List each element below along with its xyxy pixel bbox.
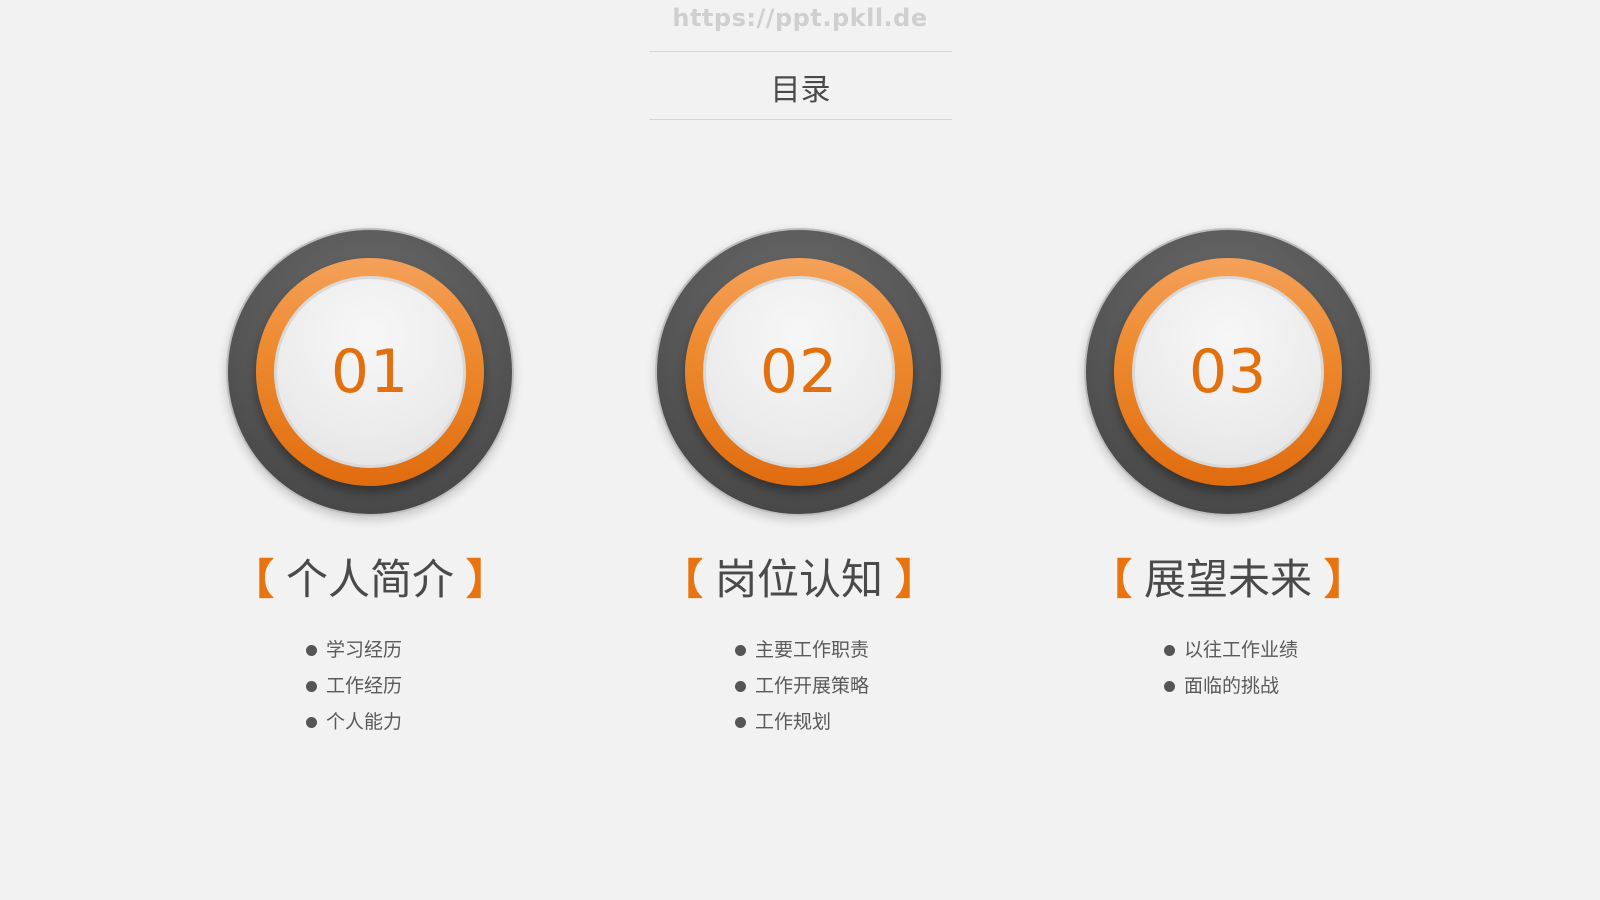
bracket-open: 【 (231, 555, 274, 604)
bullet-icon (735, 644, 746, 656)
section-item-list: 学习经历 工作经历 个人能力 (306, 632, 402, 740)
bullet-icon (735, 716, 746, 728)
section-heading[interactable]: 【展望未来】 (1048, 546, 1408, 607)
number-badge-2[interactable]: 02 (655, 228, 943, 516)
section-2[interactable]: 02 【岗位认知】 主要工作职责 工作开展策略 工作规划 (619, 228, 979, 748)
list-item[interactable]: 学习经历 (306, 632, 402, 668)
list-item[interactable]: 面临的挑战 (1164, 668, 1298, 704)
list-item[interactable]: 工作经历 (306, 668, 402, 704)
watermark-url: https://ppt.pkll.de (672, 4, 928, 32)
section-1[interactable]: 01 【个人简介】 学习经历 工作经历 个人能力 (190, 228, 550, 748)
bracket-open: 【 (1089, 555, 1132, 604)
list-item[interactable]: 主要工作职责 (735, 632, 869, 668)
bracket-open: 【 (660, 555, 703, 604)
list-item[interactable]: 以往工作业绩 (1164, 632, 1298, 668)
number-badge-3[interactable]: 03 (1084, 228, 1372, 516)
bullet-icon (1164, 680, 1175, 692)
list-item[interactable]: 工作开展策略 (735, 668, 869, 704)
bullet-icon (306, 716, 317, 728)
section-heading-text: 岗位认知 (714, 555, 883, 604)
section-number: 03 (1188, 337, 1268, 407)
bullet-icon (306, 644, 317, 656)
page-title: 目录 (770, 72, 831, 108)
bracket-close: 】 (895, 555, 938, 604)
bracket-close: 】 (1324, 555, 1367, 604)
bullet-icon (735, 680, 746, 692)
section-3[interactable]: 03 【展望未来】 以往工作业绩 面临的挑战 (1048, 228, 1408, 748)
section-heading[interactable]: 【个人简介】 (190, 546, 550, 607)
number-badge-1[interactable]: 01 (226, 228, 514, 516)
title-box: 目录 (649, 51, 952, 120)
bullet-icon (306, 680, 317, 692)
section-heading-text: 个人简介 (285, 555, 454, 604)
list-item[interactable]: 个人能力 (306, 704, 402, 740)
section-heading-text: 展望未来 (1143, 555, 1312, 604)
section-item-list: 以往工作业绩 面临的挑战 (1164, 632, 1298, 704)
section-number: 02 (759, 337, 839, 407)
bracket-close: 】 (466, 555, 509, 604)
list-item[interactable]: 工作规划 (735, 704, 869, 740)
section-item-list: 主要工作职责 工作开展策略 工作规划 (735, 632, 869, 740)
section-number: 01 (330, 337, 410, 407)
bullet-icon (1164, 644, 1175, 656)
section-heading[interactable]: 【岗位认知】 (619, 546, 979, 607)
